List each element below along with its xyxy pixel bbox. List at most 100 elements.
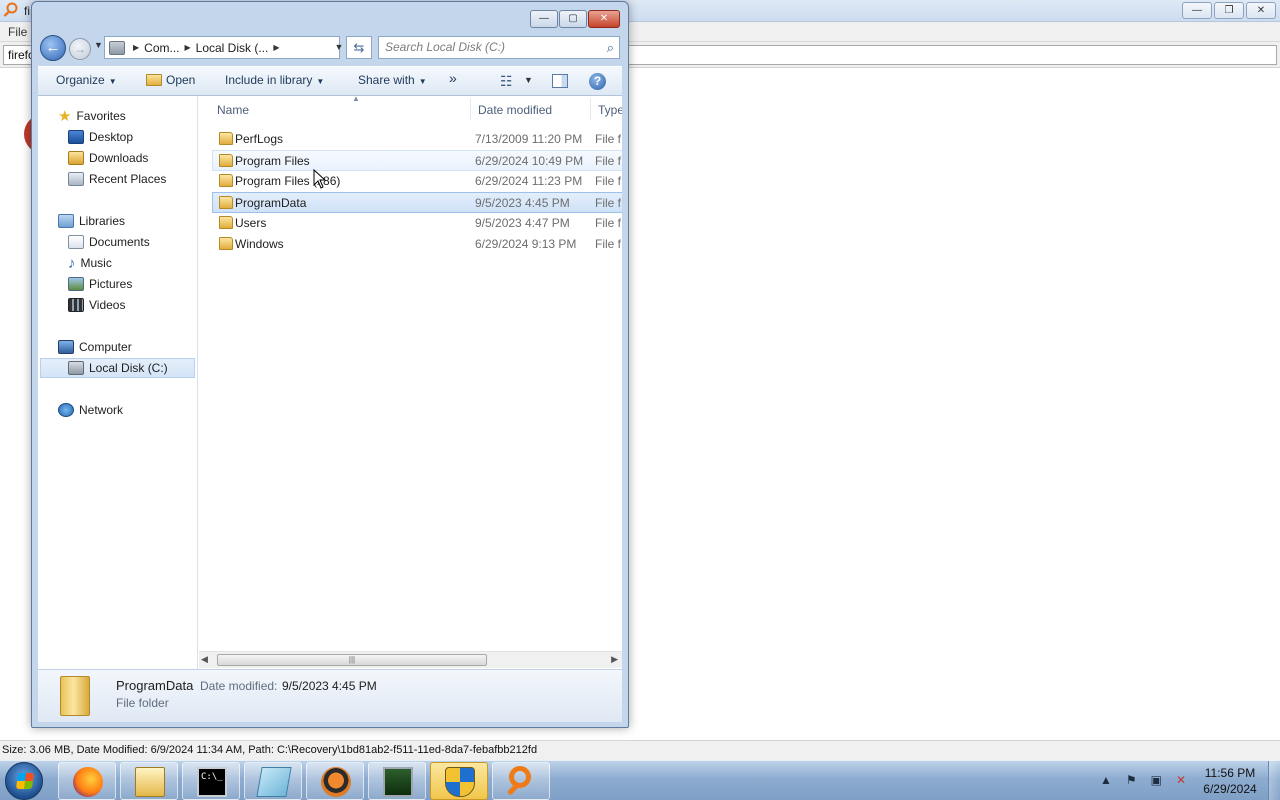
videos-icon xyxy=(68,298,84,312)
details-date-value: 9/5/2023 4:45 PM xyxy=(282,679,377,693)
file-type: File f xyxy=(595,154,622,168)
file-type: File f xyxy=(595,196,622,210)
start-button[interactable] xyxy=(5,762,43,800)
folder-icon xyxy=(219,174,233,187)
nav-item-local-disk[interactable]: Local Disk (C:) xyxy=(40,358,195,378)
nav-label: Favorites xyxy=(76,109,126,123)
recent-pages-dropdown[interactable]: ▼ xyxy=(94,40,103,50)
pictures-icon xyxy=(68,277,84,291)
column-header-date-modified[interactable]: Date modified xyxy=(478,96,590,122)
taskbar-security[interactable] xyxy=(430,762,488,800)
column-header-type[interactable]: Type xyxy=(598,96,622,122)
nav-item-documents[interactable]: Documents xyxy=(68,232,150,252)
explorer-minimize-button[interactable]: — xyxy=(530,10,558,28)
file-explorer-icon xyxy=(135,767,165,797)
chevron-down-icon[interactable]: ▼ xyxy=(524,75,533,85)
file-row-program-files-x86[interactable]: Program Files (x86) 6/29/2024 11:23 PM F… xyxy=(213,171,622,192)
sort-ascending-icon: ▲ xyxy=(352,96,360,103)
file-row-programdata[interactable]: ProgramData 9/5/2023 4:45 PM File f xyxy=(212,192,622,213)
chevron-right-icon[interactable]: ▶ xyxy=(273,43,279,52)
menu-file[interactable]: File xyxy=(8,25,27,39)
scroll-right-icon[interactable]: ▶ xyxy=(611,654,618,665)
volume-muted-icon[interactable]: ✕ xyxy=(1176,773,1186,787)
nav-label: Computer xyxy=(79,340,132,354)
nav-label: Network xyxy=(79,403,124,417)
taskbar-firefox[interactable] xyxy=(58,762,116,800)
clock[interactable]: 11:56 PM 6/29/2024 xyxy=(1200,765,1260,797)
taskbar-task-manager[interactable] xyxy=(368,762,426,800)
refresh-button[interactable]: ⇆ xyxy=(346,36,372,59)
organize-button[interactable]: Organize ▼ xyxy=(56,73,117,87)
nav-item-recent-places[interactable]: Recent Places xyxy=(68,169,166,189)
star-icon: ★ xyxy=(58,108,72,125)
back-button[interactable]: ← xyxy=(40,35,66,61)
taskbar-explorer[interactable] xyxy=(120,762,178,800)
file-name: Program Files xyxy=(235,154,310,168)
documents-icon xyxy=(68,235,84,249)
nav-label: Videos xyxy=(89,298,126,312)
nav-item-libraries[interactable]: Libraries xyxy=(58,211,125,231)
chevron-right-icon[interactable]: ▶ xyxy=(133,43,139,52)
column-header-name[interactable]: Name ▲ xyxy=(217,96,467,122)
breadcrumb-computer[interactable]: Com... xyxy=(144,41,179,55)
file-row-program-files[interactable]: Program Files 6/29/2024 10:49 PM File f xyxy=(212,150,622,171)
search-icon[interactable]: ⌕ xyxy=(607,40,614,56)
network-tray-icon[interactable]: ▣ xyxy=(1151,773,1162,787)
taskbar-tool[interactable] xyxy=(306,762,364,800)
nav-item-videos[interactable]: Videos xyxy=(68,295,125,315)
more-commands-button[interactable]: » xyxy=(449,70,457,86)
include-in-library-button[interactable]: Include in library ▼ xyxy=(225,73,324,87)
taskbar-notepad[interactable] xyxy=(244,762,302,800)
address-bar[interactable]: ▶ Com... ▶ Local Disk (... ▶ xyxy=(104,36,340,59)
background-minimize-button[interactable]: — xyxy=(1182,2,1212,19)
explorer-maximize-button[interactable]: ▢ xyxy=(559,10,587,28)
taskbar-search-app[interactable] xyxy=(492,762,550,800)
background-close-button[interactable]: ✕ xyxy=(1246,2,1276,19)
action-center-flag-icon[interactable]: ⚑ xyxy=(1126,773,1137,787)
horizontal-scrollbar[interactable]: ◀ ||| ▶ xyxy=(199,651,622,668)
search-placeholder: Search Local Disk (C:) xyxy=(385,40,506,54)
scroll-left-icon[interactable]: ◀ xyxy=(201,654,208,665)
file-date: 9/5/2023 4:45 PM xyxy=(475,196,570,210)
explorer-close-button[interactable]: ✕ xyxy=(588,10,620,28)
nav-item-pictures[interactable]: Pictures xyxy=(68,274,132,294)
nav-label: Local Disk (C:) xyxy=(89,361,168,375)
chevron-right-icon[interactable]: ▶ xyxy=(185,43,191,52)
file-row-windows[interactable]: Windows 6/29/2024 9:13 PM File f xyxy=(213,234,622,255)
nav-item-computer[interactable]: Computer xyxy=(58,337,132,357)
nav-item-music[interactable]: ♪ Music xyxy=(68,253,112,273)
nav-item-downloads[interactable]: Downloads xyxy=(68,148,148,168)
column-separator[interactable] xyxy=(590,98,591,120)
preview-pane-icon[interactable] xyxy=(552,74,568,88)
nav-item-desktop[interactable]: Desktop xyxy=(68,127,133,147)
taskbar-cmd[interactable]: C:\_ xyxy=(182,762,240,800)
background-restore-button[interactable]: ❐ xyxy=(1214,2,1244,19)
nav-item-favorites[interactable]: ★ Favorites xyxy=(58,106,126,126)
share-with-button[interactable]: Share with ▼ xyxy=(358,73,427,87)
help-icon[interactable]: ? xyxy=(589,73,606,90)
details-name: ProgramData xyxy=(116,678,194,693)
clock-date: 6/29/2024 xyxy=(1203,782,1257,796)
file-date: 6/29/2024 11:23 PM xyxy=(475,174,583,188)
background-window-title: fi xyxy=(24,4,30,18)
nav-label: Pictures xyxy=(89,277,133,291)
explorer-search-input[interactable]: Search Local Disk (C:) ⌕ xyxy=(378,36,620,59)
views-icon[interactable]: ☷ xyxy=(500,73,513,90)
search-app-icon xyxy=(3,2,18,17)
scrollbar-thumb[interactable]: ||| xyxy=(217,654,487,666)
file-row-users[interactable]: Users 9/5/2023 4:47 PM File f xyxy=(213,213,622,234)
show-desktop-button[interactable] xyxy=(1268,761,1280,800)
open-label: Open xyxy=(166,73,196,87)
open-button[interactable]: Open xyxy=(146,73,195,87)
file-row-perflogs[interactable]: PerfLogs 7/13/2009 11:20 PM File f xyxy=(213,129,622,150)
folder-icon xyxy=(219,196,233,209)
column-separator[interactable] xyxy=(470,98,471,120)
network-icon xyxy=(58,403,74,417)
nav-item-network[interactable]: Network xyxy=(58,400,123,420)
libraries-icon xyxy=(58,214,74,228)
show-hidden-icons-icon[interactable]: ▲ xyxy=(1100,773,1112,787)
desktop-icon xyxy=(68,130,84,144)
shield-icon xyxy=(445,767,475,797)
breadcrumb-local-disk[interactable]: Local Disk (... xyxy=(196,41,269,55)
forward-button[interactable]: → xyxy=(69,38,91,60)
